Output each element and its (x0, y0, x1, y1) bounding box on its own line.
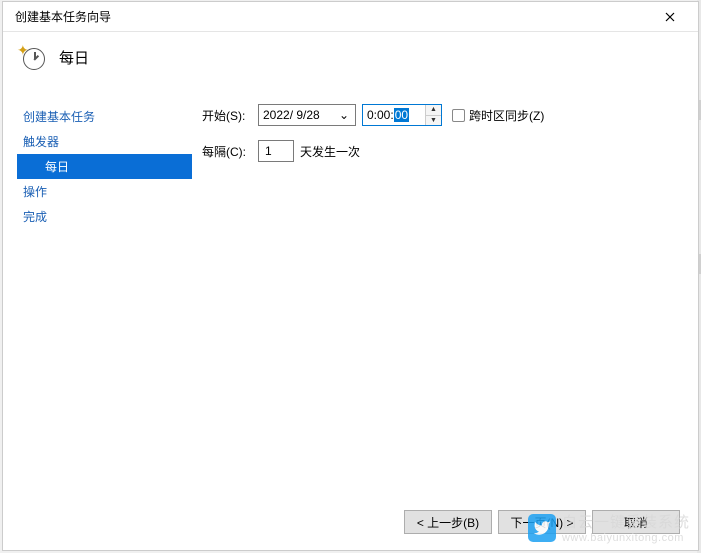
wizard-footer: < 上一步(B) 下一页(N) > 取消 白云一键重装系统 www.baiyun… (3, 494, 698, 550)
recur-suffix-label: 天发生一次 (300, 143, 360, 160)
recur-label: 每隔(C): (202, 143, 252, 160)
page-title: 每日 (59, 47, 89, 68)
next-button[interactable]: 下一页(N) > (498, 510, 586, 534)
titlebar: 创建基本任务向导 (3, 2, 698, 32)
recur-days-input[interactable] (258, 140, 294, 162)
start-time-input[interactable]: 0:00:00 ▲ ▼ (362, 104, 442, 126)
window-title: 创建基本任务向导 (11, 8, 650, 25)
wizard-body: 创建基本任务 触发器 每日 操作 完成 开始(S): 2022/ 9/28 ⌄ … (3, 86, 698, 494)
sidebar-item-finish[interactable]: 完成 (17, 204, 192, 229)
task-scheduler-icon: ✦ (19, 44, 45, 70)
start-label: 开始(S): (202, 107, 252, 124)
sync-timezone-option: 跨时区同步(Z) (452, 107, 544, 124)
date-value: 2022/ 9/28 (263, 108, 320, 122)
wizard-steps-sidebar: 创建基本任务 触发器 每日 操作 完成 (17, 86, 192, 494)
close-icon (665, 12, 675, 22)
recur-row: 每隔(C): 天发生一次 (202, 140, 684, 162)
close-button[interactable] (650, 3, 690, 31)
spinner-up-button[interactable]: ▲ (426, 105, 441, 116)
sync-timezone-label: 跨时区同步(Z) (469, 107, 544, 124)
wizard-window: 创建基本任务向导 ✦ 每日 创建基本任务 触发器 每日 操作 完成 开始(S):… (2, 1, 699, 551)
start-date-input[interactable]: 2022/ 9/28 ⌄ (258, 104, 356, 126)
time-spinner: ▲ ▼ (425, 105, 441, 125)
wizard-header: ✦ 每日 (3, 32, 698, 86)
back-button[interactable]: < 上一步(B) (404, 510, 492, 534)
sidebar-item-create-task[interactable]: 创建基本任务 (17, 104, 192, 129)
sidebar-item-daily[interactable]: 每日 (17, 154, 192, 179)
start-datetime-row: 开始(S): 2022/ 9/28 ⌄ 0:00:00 ▲ ▼ 跨时区同步(Z) (202, 104, 684, 126)
sidebar-item-trigger[interactable]: 触发器 (17, 129, 192, 154)
spinner-down-button[interactable]: ▼ (426, 116, 441, 126)
chevron-down-icon[interactable]: ⌄ (337, 108, 351, 122)
cancel-button[interactable]: 取消 (592, 510, 680, 534)
sidebar-item-action[interactable]: 操作 (17, 179, 192, 204)
sync-timezone-checkbox[interactable] (452, 109, 465, 122)
time-value: 0:00:00 (367, 108, 423, 122)
wizard-content: 开始(S): 2022/ 9/28 ⌄ 0:00:00 ▲ ▼ 跨时区同步(Z) (192, 86, 684, 494)
